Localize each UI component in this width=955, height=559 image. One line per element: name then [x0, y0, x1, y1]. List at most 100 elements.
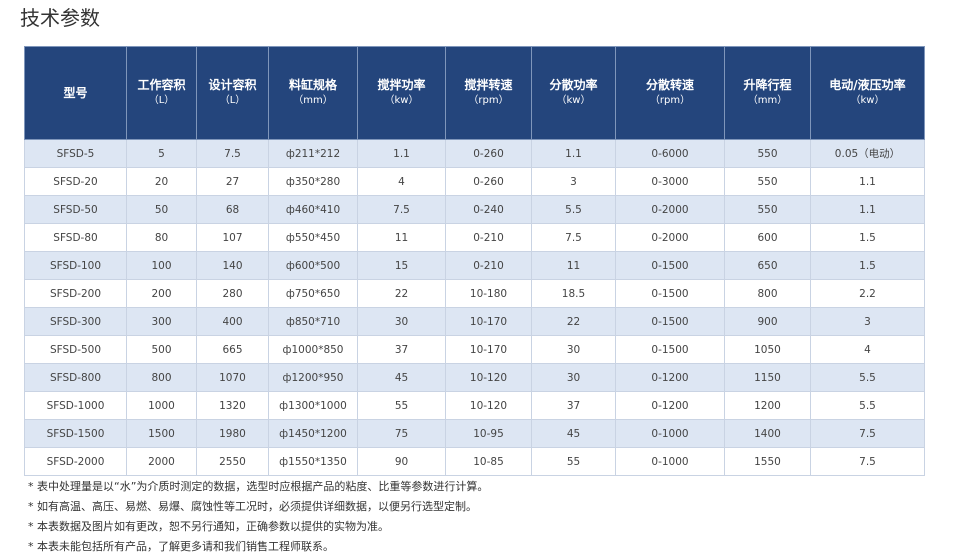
- table-cell: 0-260: [445, 139, 532, 168]
- column-header-label: 型号: [63, 86, 88, 100]
- table-cell: 27: [196, 167, 269, 196]
- table-cell: ф850*710: [268, 307, 358, 336]
- table-cell: 50: [126, 195, 197, 224]
- column-header-unit: （rpm）: [649, 95, 691, 106]
- table-cell: 600: [724, 223, 811, 252]
- table-row: SFSD-300 300 400 ф850*710 30 10-170 22 0-1500 90…: [24, 307, 925, 336]
- column-header-unit: （kw）: [556, 95, 591, 106]
- table-row: SFSD-20 20 27 ф350*280 4 0-260 3 0-3000 550 1.1: [24, 167, 925, 196]
- table-cell: 10-95: [445, 419, 532, 448]
- column-header-label: 设计容积: [208, 78, 257, 92]
- table-cell: 650: [724, 251, 811, 280]
- column-header-label: 料缸规格: [288, 78, 337, 92]
- table-cell: 550: [724, 195, 811, 224]
- table-cell: ф1000*850: [268, 335, 358, 364]
- table-cell: 300: [126, 307, 197, 336]
- column-header: 分散转速 （rpm）: [615, 46, 725, 140]
- table-cell: 1550: [724, 447, 811, 476]
- table-cell: 800: [724, 279, 811, 308]
- table-cell: 0-240: [445, 195, 532, 224]
- table-cell: 2.2: [810, 279, 925, 308]
- table-cell: 0-1500: [615, 251, 725, 280]
- table-cell: 140: [196, 251, 269, 280]
- table-cell: 10-120: [445, 391, 532, 420]
- table-cell: 0-1500: [615, 279, 725, 308]
- table-cell: 1.5: [810, 251, 925, 280]
- note-line: * 如有高温、高压、易燃、易爆、腐蚀性等工况时，必须提供详细数据，以便另行选型定…: [28, 500, 477, 513]
- column-header-unit: （kw）: [850, 95, 885, 106]
- table-cell: ф1300*1000: [268, 391, 358, 420]
- table-cell: 4: [810, 335, 925, 364]
- table-row: SFSD-800 800 1070 ф1200*950 45 10-120 30 0-1200…: [24, 363, 925, 392]
- table-cell: SFSD-800: [24, 363, 127, 392]
- table-cell: 100: [126, 251, 197, 280]
- table-cell: 550: [724, 167, 811, 196]
- column-header-label: 分散转速: [645, 78, 694, 92]
- table-header: 型号 工作容积 （L） 设计容积 （L） 料缸规格 （mm） 搅拌功率 （kw） 搅拌转速 （rpm…: [24, 46, 925, 140]
- table-cell: 0-1000: [615, 447, 725, 476]
- table-cell: 1.1: [357, 139, 446, 168]
- column-header-label: 工作容积: [137, 78, 186, 92]
- table-cell: 10-170: [445, 307, 532, 336]
- table-body: SFSD-5 5 7.5 ф211*212 1.1 0-260 1.1 0-6000 550 0.…: [24, 139, 925, 476]
- table-cell: 11: [531, 251, 616, 280]
- table-cell: 200: [126, 279, 197, 308]
- table-cell: 5.5: [810, 363, 925, 392]
- note-line: * 表中处理量是以“水”为介质时测定的数据，选型时应根据产品的粘度、比重等参数进…: [28, 480, 489, 493]
- table-row: SFSD-5 5 7.5 ф211*212 1.1 0-260 1.1 0-6000 550 0.…: [24, 139, 925, 168]
- table-cell: 75: [357, 419, 446, 448]
- table-cell: 11: [357, 223, 446, 252]
- table-cell: 5.5: [810, 391, 925, 420]
- table-cell: 0-2000: [615, 223, 725, 252]
- column-header: 设计容积 （L）: [196, 46, 269, 140]
- table-cell: 30: [531, 363, 616, 392]
- table-cell: SFSD-20: [24, 167, 127, 196]
- table-cell: 7.5: [357, 195, 446, 224]
- table-cell: 2550: [196, 447, 269, 476]
- note-line: * 本表数据及图片如有更改，恕不另行通知，正确参数以提供的实物为准。: [28, 520, 389, 533]
- table-cell: ф750*650: [268, 279, 358, 308]
- table-cell: 20: [126, 167, 197, 196]
- table-cell: 7.5: [810, 447, 925, 476]
- page-title: 技术参数: [20, 6, 100, 30]
- table-cell: 1200: [724, 391, 811, 420]
- column-header-unit: （L）: [219, 95, 246, 106]
- table-cell: 5.5: [531, 195, 616, 224]
- column-header: 工作容积 （L）: [126, 46, 197, 140]
- table-cell: SFSD-300: [24, 307, 127, 336]
- column-header: 电动/液压功率 （kw）: [810, 46, 925, 140]
- table-cell: 500: [126, 335, 197, 364]
- column-header: 分散功率 （kw）: [531, 46, 616, 140]
- table-cell: 68: [196, 195, 269, 224]
- table-cell: 55: [531, 447, 616, 476]
- column-header-label: 搅拌转速: [464, 78, 513, 92]
- table-cell: 550: [724, 139, 811, 168]
- note-line: * 本表未能包括所有产品，了解更多请和我们销售工程师联系。: [28, 540, 334, 553]
- table-cell: 1980: [196, 419, 269, 448]
- column-header-label: 电动/液压功率: [829, 78, 906, 92]
- table-cell: ф600*500: [268, 251, 358, 280]
- spec-table: 型号 工作容积 （L） 设计容积 （L） 料缸规格 （mm） 搅拌功率 （kw） 搅拌转速 （rpm…: [24, 46, 925, 476]
- table-cell: 37: [531, 391, 616, 420]
- table-cell: 45: [357, 363, 446, 392]
- table-cell: SFSD-5: [24, 139, 127, 168]
- table-cell: 22: [357, 279, 446, 308]
- table-cell: 2000: [126, 447, 197, 476]
- table-cell: SFSD-100: [24, 251, 127, 280]
- column-header: 料缸规格 （mm）: [268, 46, 358, 140]
- table-cell: SFSD-50: [24, 195, 127, 224]
- table-cell: SFSD-1500: [24, 419, 127, 448]
- table-cell: 0-1200: [615, 363, 725, 392]
- table-row: SFSD-1000 1000 1320 ф1300*1000 55 10-120 37 0-1…: [24, 391, 925, 420]
- table-cell: 107: [196, 223, 269, 252]
- table-cell: 3: [810, 307, 925, 336]
- column-header: 搅拌转速 （rpm）: [445, 46, 532, 140]
- table-cell: 800: [126, 363, 197, 392]
- table-cell: 0-1500: [615, 335, 725, 364]
- table-cell: 10-120: [445, 363, 532, 392]
- table-cell: 10-180: [445, 279, 532, 308]
- table-cell: 1400: [724, 419, 811, 448]
- table-cell: 1.5: [810, 223, 925, 252]
- table-cell: 1070: [196, 363, 269, 392]
- table-cell: 3: [531, 167, 616, 196]
